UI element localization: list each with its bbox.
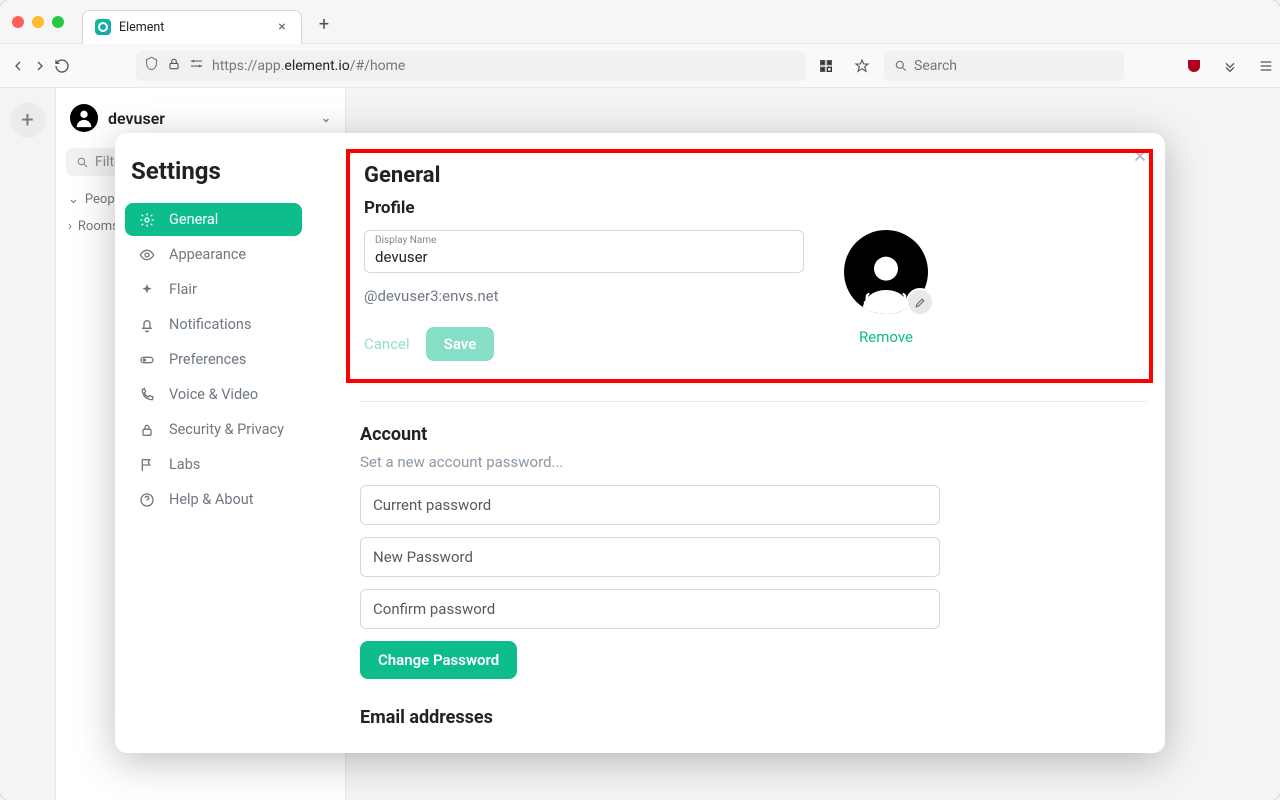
email-addresses-heading: Email addresses [360,707,1147,728]
back-button[interactable] [10,52,26,80]
tab-title: Element [119,20,267,35]
lock-icon [167,57,181,75]
divider [360,401,1147,402]
overflow-icon[interactable] [1216,52,1244,80]
tab-security[interactable]: Security & Privacy [125,413,302,446]
matrix-id: @devuser3:envs.net [364,287,804,305]
account-heading: Account [360,424,1147,445]
profile-heading: Profile [364,198,1135,218]
tab-flair[interactable]: Flair [125,273,302,306]
phone-icon [139,387,155,403]
tab-label: Preferences [169,351,246,368]
new-password-input[interactable] [360,537,940,577]
hamburger-menu-icon[interactable] [1252,52,1280,80]
display-name-label: Display Name [375,235,793,246]
tab-label: Labs [169,456,200,473]
browser-tab[interactable]: Element × [82,10,302,44]
tab-appearance[interactable]: Appearance [125,238,302,271]
window-titlebar: Element × + [0,0,1280,44]
tab-label: Help & About [169,491,254,508]
browser-search-input[interactable]: Search [884,51,1124,81]
url-text: https://app.element.io/#/home [212,58,405,74]
toggle-icon [139,352,155,368]
close-window-button[interactable] [12,16,24,28]
settings-sidebar: Settings General Appearance Flair Notifi… [115,133,310,753]
search-icon [894,59,908,73]
svg-text:{dev}: {dev} [863,290,909,314]
tab-voice-video[interactable]: Voice & Video [125,378,302,411]
display-name-input[interactable] [375,246,793,266]
account-hint: Set a new account password... [360,453,1147,471]
bell-icon [139,317,155,333]
highlighted-region: General Profile Display Name @devuser3:e… [346,149,1153,383]
search-placeholder: Search [914,58,957,74]
bookmark-star-icon[interactable] [848,52,876,80]
settings-content: General Profile Display Name @devuser3:e… [310,133,1165,753]
reload-button[interactable] [54,52,70,80]
confirm-password-input[interactable] [360,589,940,629]
element-favicon-icon [95,19,111,35]
maximize-window-button[interactable] [52,16,64,28]
ublock-icon[interactable] [1180,52,1208,80]
flag-icon [139,457,155,473]
tab-general[interactable]: General [125,203,302,236]
window-controls [12,16,64,28]
pencil-icon [914,296,927,309]
display-name-field[interactable]: Display Name [364,230,804,273]
settings-title: Settings [131,157,302,185]
tab-label: Appearance [169,246,246,263]
cancel-button[interactable]: Cancel [364,335,410,353]
tab-labs[interactable]: Labs [125,448,302,481]
settings-dialog: Settings General Appearance Flair Notifi… [115,133,1165,753]
tab-label: Notifications [169,316,251,333]
gear-icon [139,212,155,228]
save-button[interactable]: Save [426,327,495,361]
shield-icon [144,56,159,75]
tab-label: General [169,211,218,228]
remove-avatar-button[interactable]: Remove [844,328,928,346]
tab-label: Security & Privacy [169,421,284,438]
eye-icon [139,247,155,263]
change-password-button[interactable]: Change Password [360,641,517,679]
tab-label: Flair [169,281,197,298]
grid-icon[interactable] [812,52,840,80]
address-bar[interactable]: https://app.element.io/#/home [136,51,806,81]
help-icon [139,492,155,508]
forward-button[interactable] [32,52,48,80]
lock-icon [139,422,155,438]
permissions-icon[interactable] [189,56,204,75]
minimize-window-button[interactable] [32,16,44,28]
tab-help[interactable]: Help & About [125,483,302,516]
new-tab-button[interactable]: + [310,11,338,39]
tab-label: Voice & Video [169,386,258,403]
tab-preferences[interactable]: Preferences [125,343,302,376]
current-password-input[interactable] [360,485,940,525]
general-heading: General [364,163,1135,188]
browser-toolbar: https://app.element.io/#/home Search [0,44,1280,88]
tab-notifications[interactable]: Notifications [125,308,302,341]
tab-close-icon[interactable]: × [275,20,289,34]
edit-avatar-button[interactable] [906,288,934,316]
sparkle-icon [139,282,155,298]
